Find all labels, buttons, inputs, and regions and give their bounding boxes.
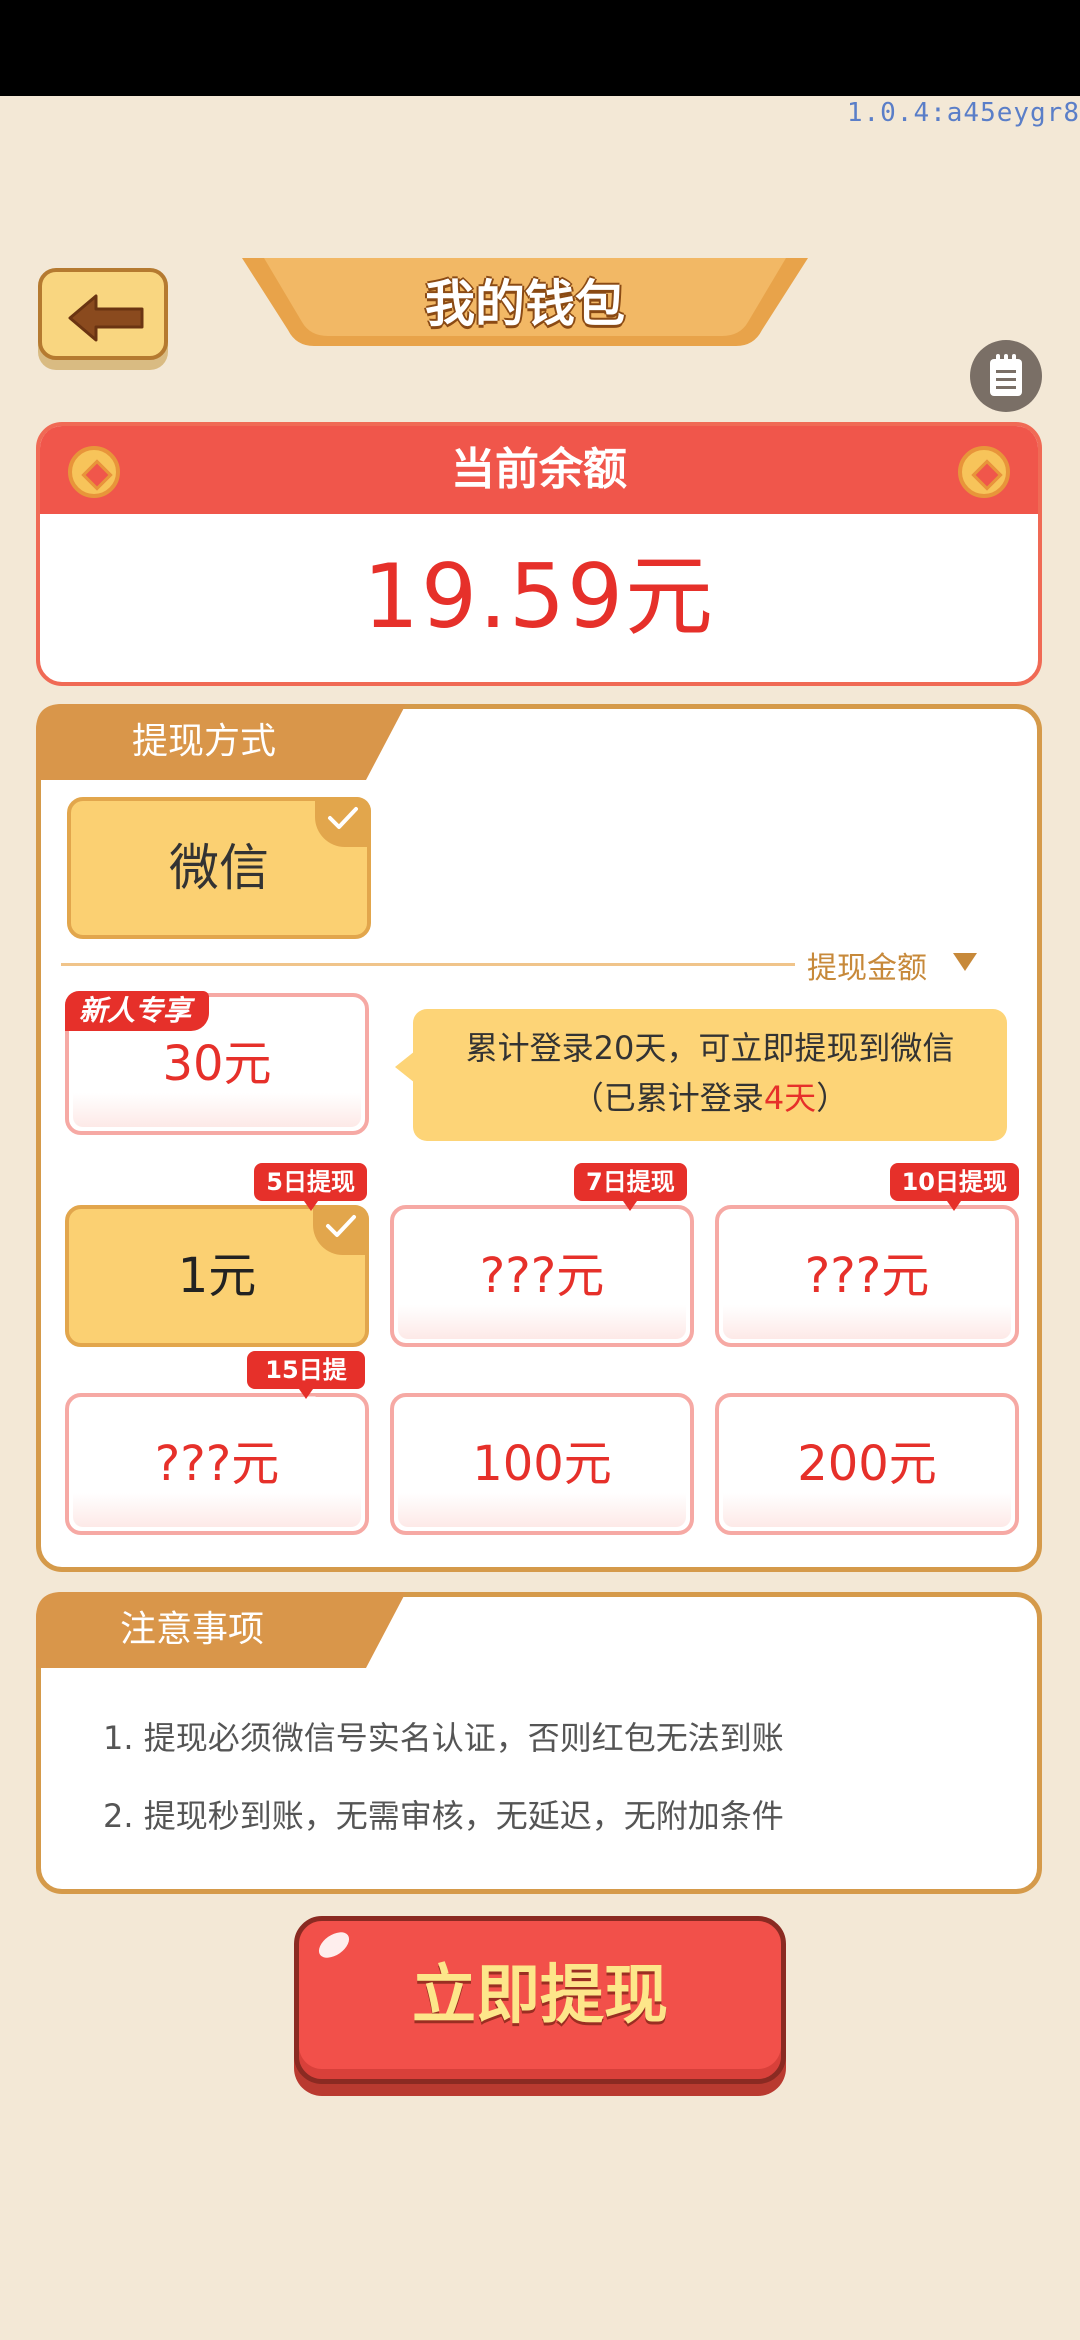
new-user-badge: 新人专享: [65, 991, 210, 1031]
amount-option-6[interactable]: 200元: [715, 1393, 1019, 1535]
balance-label: 当前余额: [451, 444, 627, 495]
login-tooltip: 累计登录20天，可立即提现到微信 （已累计登录4天）: [395, 1009, 1007, 1141]
withdraw-card: 提现方式 微信 提现金额 新人专享 30元 累计登录20天，可立即提现到微信 （…: [36, 704, 1042, 1572]
check-icon: [326, 1215, 356, 1237]
notice-label: 注意事项: [120, 1609, 265, 1650]
amount-value: ???元: [479, 1248, 605, 1304]
caret-down-icon: [953, 953, 977, 971]
amount-value: ???元: [804, 1248, 930, 1304]
day-tag: 5日提现: [254, 1163, 367, 1211]
withdraw-now-button[interactable]: 立即提现: [294, 1916, 786, 2084]
divider: [61, 963, 795, 966]
selected-corner: [313, 1205, 369, 1255]
day-tag: 7日提现: [574, 1163, 687, 1211]
amount-option-4[interactable]: 15日提现 ???元: [65, 1351, 369, 1535]
wechat-method-option[interactable]: 微信: [67, 797, 371, 939]
withdraw-amount-label: 提现金额: [807, 951, 927, 986]
balance-value: 19.59元: [363, 545, 715, 648]
back-button[interactable]: [38, 268, 168, 360]
amount-option-5[interactable]: 100元: [390, 1393, 694, 1535]
check-icon: [328, 807, 358, 829]
notice-tab: 注意事项: [36, 1592, 406, 1672]
page-title-banner: 我的钱包: [242, 258, 808, 350]
tooltip-prefix: （已累计登录: [571, 1079, 764, 1117]
notice-item-2: 2. 提现秒到账，无需审核，无延迟，无附加条件: [103, 1797, 784, 1835]
withdraw-method-label: 提现方式: [132, 721, 277, 762]
amount-value: 30元: [162, 1036, 272, 1092]
withdraw-method-tab: 提现方式: [36, 704, 406, 784]
amount-option-3[interactable]: 10日提现 ???元: [715, 1163, 1019, 1347]
amount-option-new-user[interactable]: 新人专享 30元: [65, 991, 369, 1135]
notice-card: 注意事项 1. 提现必须微信号实名认证，否则红包无法到账 2. 提现秒到账，无需…: [36, 1592, 1042, 1894]
page-title: 我的钱包: [425, 275, 625, 333]
notepad-icon: [990, 354, 1022, 396]
tooltip-line-1: 累计登录20天，可立即提现到微信: [465, 1029, 955, 1067]
balance-header: 当前余额: [40, 426, 1038, 514]
login-days: 4天: [763, 1079, 817, 1117]
amount-value: 100元: [472, 1436, 612, 1492]
day-tag: 10日提现: [889, 1163, 1019, 1211]
amount-value: 1元: [177, 1248, 257, 1304]
selected-corner: [315, 797, 371, 847]
tooltip-suffix: ）: [816, 1079, 849, 1117]
amount-value: 200元: [797, 1436, 937, 1492]
arrow-left-icon: [68, 294, 144, 342]
version-label: 1.0.4:a45eygr8: [846, 98, 1080, 128]
records-button[interactable]: [970, 340, 1042, 412]
balance-card: 当前余额 19.59元: [36, 422, 1042, 686]
amount-value: ???元: [154, 1436, 280, 1492]
coin-icon: [68, 446, 120, 498]
coin-icon: [958, 446, 1010, 498]
tooltip-line-2: （已累计登录4天）: [413, 1073, 1007, 1123]
status-bar: [0, 0, 1080, 96]
amount-option-1[interactable]: 5日提现 1元: [65, 1163, 369, 1347]
amount-option-2[interactable]: 7日提现 ???元: [390, 1163, 694, 1347]
day-tag: 15日提现: [247, 1351, 365, 1422]
notice-item-1: 1. 提现必须微信号实名认证，否则红包无法到账: [103, 1719, 784, 1757]
method-label: 微信: [169, 839, 269, 897]
